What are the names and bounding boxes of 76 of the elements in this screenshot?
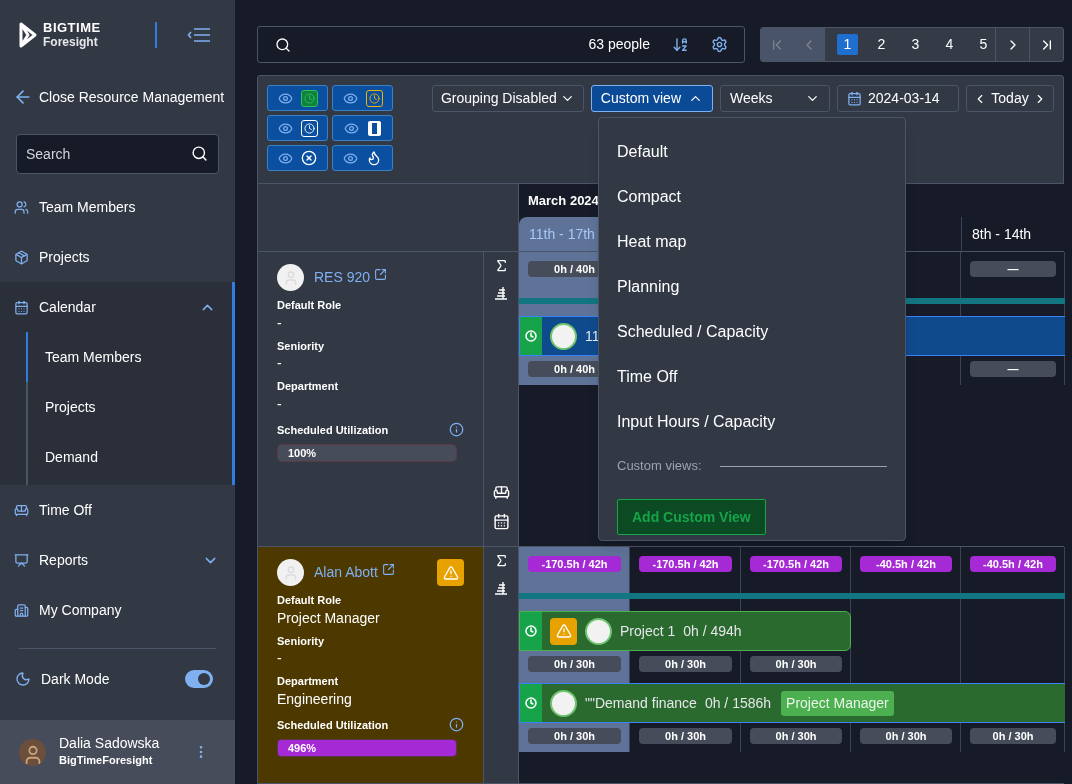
person-name[interactable]: Alan Abott xyxy=(314,562,378,583)
nav-item[interactable]: Projects xyxy=(0,232,235,282)
nav-item[interactable]: Calendar xyxy=(0,282,232,332)
hours-pill: -170.5h / 42h xyxy=(750,556,842,572)
assignment-bar[interactable]: Project 1 0h / 494h xyxy=(519,611,851,651)
page-button[interactable]: 2 xyxy=(871,34,892,55)
page-button[interactable]: 1 xyxy=(837,34,858,55)
nav-subitem[interactable]: Projects xyxy=(26,382,232,432)
nav-item[interactable]: My Company xyxy=(0,585,235,635)
hours-pill: 0h / 30h xyxy=(528,728,621,744)
view-option[interactable]: Compact xyxy=(617,174,887,219)
field-label: Scheduled Utilization xyxy=(277,422,389,438)
field-value: Project Manager xyxy=(277,608,381,627)
field-label: Seniority xyxy=(277,633,326,649)
view-option[interactable]: Default xyxy=(617,129,887,174)
people-count: 63 people xyxy=(588,35,650,54)
hours-pill: -40.5h / 42h xyxy=(970,556,1056,572)
week-header[interactable]: 8th - 14th xyxy=(961,217,1065,251)
user-name: Dalia Sadowska xyxy=(59,735,160,752)
logo-text: Foresight xyxy=(43,35,99,49)
field-value: - xyxy=(277,313,283,332)
field-label: Default Role xyxy=(277,593,343,608)
field-value: - xyxy=(277,649,283,667)
nav-item[interactable]: Reports xyxy=(0,535,235,585)
page-button[interactable]: 5 xyxy=(973,34,994,55)
nav-subitem[interactable]: Demand xyxy=(26,432,232,482)
view-dropdown[interactable]: Custom view xyxy=(590,85,713,112)
page-button[interactable]: 4 xyxy=(939,34,960,55)
nav-subitem[interactable]: Team Members xyxy=(26,332,232,382)
user-organization: BigTimeForesight xyxy=(59,753,154,768)
hours-pill: -170.5h / 42h xyxy=(528,556,621,572)
field-label: Department xyxy=(277,674,340,689)
hours-pill: -40.5h / 42h xyxy=(860,556,952,572)
utilization-value: 496% xyxy=(288,740,317,756)
nav-item[interactable]: Time Off xyxy=(0,485,235,535)
hours-pill: -170.5h / 42h xyxy=(639,556,732,572)
assignment-bar[interactable]: ""Demand finance 0h / 1586h Project Manager xyxy=(519,683,1065,723)
field-value: - xyxy=(277,354,283,372)
assignment-hours: 0h / 1586h xyxy=(704,693,772,713)
people-search-bar[interactable]: 63 people xyxy=(257,26,745,63)
back-link[interactable]: Close Resource Management xyxy=(0,70,235,124)
person-name[interactable]: RES 920 xyxy=(314,267,371,288)
search-field[interactable]: Search xyxy=(16,134,219,174)
today-navigator[interactable]: Today xyxy=(966,85,1054,112)
assignment-title: Project 1 xyxy=(620,621,676,641)
hours-pill: 0h / 30h xyxy=(639,728,732,744)
assignment-title: 11 xyxy=(585,326,600,346)
hours-pill: — xyxy=(970,361,1056,377)
utilization-value: 100% xyxy=(288,445,317,461)
date-picker[interactable]: 2024-03-14 xyxy=(837,85,959,112)
field-label: Seniority xyxy=(277,338,326,354)
hours-pill: 0h / 30h xyxy=(528,656,621,672)
field-value: Engineering xyxy=(277,689,353,708)
hours-pill: — xyxy=(970,261,1056,277)
hours-pill: 0h / 30h xyxy=(750,656,842,672)
nav-item[interactable]: Team Members xyxy=(0,182,235,232)
hours-pill: 0h / 30h xyxy=(970,728,1056,744)
period-dropdown[interactable]: Weeks xyxy=(720,85,830,112)
month-label: March 2024 xyxy=(528,191,599,210)
hours-pill: 0h / 30h xyxy=(860,728,952,744)
role-tag: Project Manager xyxy=(781,690,894,716)
hours-pill: 0h / 30h xyxy=(750,728,842,744)
assignment-hours: 0h / 494h xyxy=(683,621,742,641)
logo-text: BIGTIME xyxy=(43,21,101,35)
field-label: Department xyxy=(277,379,340,394)
view-option[interactable]: Scheduled / Capacity xyxy=(617,309,887,354)
hours-pill: 0h / 30h xyxy=(639,656,732,672)
field-value: - xyxy=(277,394,283,413)
field-label: Scheduled Utilization xyxy=(277,717,389,733)
grouping-dropdown[interactable]: Grouping Disabled xyxy=(431,85,584,112)
custom-views-label: Custom views: xyxy=(617,457,702,476)
dark-mode-label: Dark Mode xyxy=(41,669,110,689)
view-option[interactable]: Input Hours / Capacity xyxy=(617,399,887,444)
page-button[interactable]: 3 xyxy=(905,34,926,55)
assignment-title: ""Demand finance xyxy=(585,693,697,713)
field-label: Default Role xyxy=(277,298,343,313)
